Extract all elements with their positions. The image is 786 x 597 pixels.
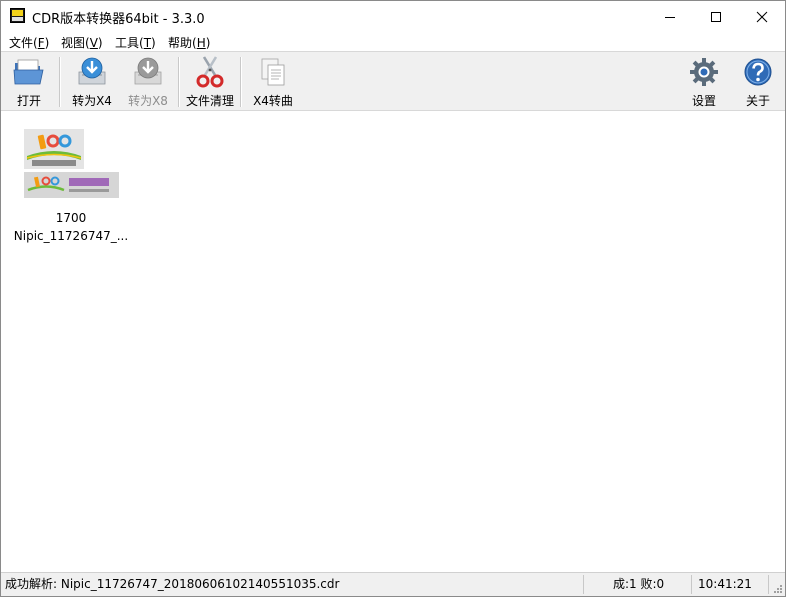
file-view[interactable]: 1700 Nipic_11726747_... bbox=[1, 111, 785, 572]
convert-x4-label: 转为X4 bbox=[72, 94, 112, 108]
about-label: 关于 bbox=[745, 94, 770, 108]
file-item[interactable]: 1700 Nipic_11726747_... bbox=[13, 129, 129, 245]
toolbar-separator bbox=[178, 57, 180, 107]
open-button[interactable]: 打开 bbox=[9, 55, 49, 109]
window-title: CDR版本转换器64bit - 3.3.0 bbox=[32, 12, 205, 27]
menu-file[interactable]: 文件(F) bbox=[9, 34, 49, 51]
status-bar: 成功解析: Nipic_11726747_2018060610214055103… bbox=[1, 572, 785, 596]
convert-x4-button[interactable]: 转为X4 bbox=[69, 55, 115, 109]
documents-icon bbox=[261, 58, 285, 86]
menu-bar: 文件(F) 视图(V) 工具(T) 帮助(H) bbox=[1, 32, 785, 51]
status-message: 成功解析: Nipic_11726747_2018060610214055103… bbox=[5, 577, 340, 591]
file-name: 1700 Nipic_11726747_... bbox=[13, 211, 129, 243]
scissors-icon bbox=[196, 56, 224, 88]
status-time: 10:41:21 bbox=[698, 577, 752, 591]
gear-icon bbox=[690, 58, 718, 86]
app-logo-icon bbox=[10, 8, 25, 23]
maximize-icon bbox=[711, 11, 721, 22]
toolbar: 打开 转为X4 转为X8 文件清理 X4转曲 设置 关于 bbox=[1, 51, 785, 111]
file-clean-button[interactable]: 文件清理 bbox=[184, 55, 236, 109]
resize-grip-icon[interactable] bbox=[773, 584, 783, 594]
about-button[interactable]: 关于 bbox=[738, 55, 778, 109]
x4-curves-button[interactable]: X4转曲 bbox=[250, 55, 296, 109]
status-divider bbox=[768, 575, 769, 594]
thumbnail-logo-image bbox=[24, 129, 84, 169]
close-button[interactable] bbox=[739, 1, 785, 32]
download-convert-icon bbox=[78, 57, 106, 85]
minimize-icon bbox=[665, 16, 675, 18]
minimize-button[interactable] bbox=[647, 1, 693, 32]
menu-help[interactable]: 帮助(H) bbox=[168, 34, 210, 51]
status-divider bbox=[691, 575, 692, 594]
toolbar-separator bbox=[240, 57, 242, 107]
menu-view[interactable]: 视图(V) bbox=[61, 34, 103, 51]
maximize-button[interactable] bbox=[693, 1, 739, 32]
thumbnail-banner-image bbox=[24, 172, 119, 198]
app-window: CDR版本转换器64bit - 3.3.0 文件(F) 视图(V) 工具(T) … bbox=[0, 0, 786, 597]
file-thumbnail bbox=[22, 129, 120, 199]
status-divider bbox=[583, 575, 584, 594]
settings-label: 设置 bbox=[691, 94, 716, 108]
menu-tools[interactable]: 工具(T) bbox=[115, 34, 156, 51]
file-clean-label: 文件清理 bbox=[185, 94, 234, 108]
close-icon bbox=[756, 11, 768, 22]
download-convert-icon bbox=[134, 57, 162, 85]
x4-curves-label: X4转曲 bbox=[253, 94, 293, 108]
toolbar-separator bbox=[59, 57, 61, 107]
status-counts: 成:1 败:0 bbox=[613, 577, 665, 591]
convert-x8-button[interactable]: 转为X8 bbox=[125, 55, 171, 109]
help-question-icon bbox=[744, 58, 772, 86]
open-label: 打开 bbox=[16, 94, 41, 108]
title-bar[interactable]: CDR版本转换器64bit - 3.3.0 bbox=[1, 1, 785, 32]
open-folder-icon bbox=[13, 59, 44, 85]
settings-button[interactable]: 设置 bbox=[684, 55, 724, 109]
convert-x8-label: 转为X8 bbox=[128, 94, 168, 108]
